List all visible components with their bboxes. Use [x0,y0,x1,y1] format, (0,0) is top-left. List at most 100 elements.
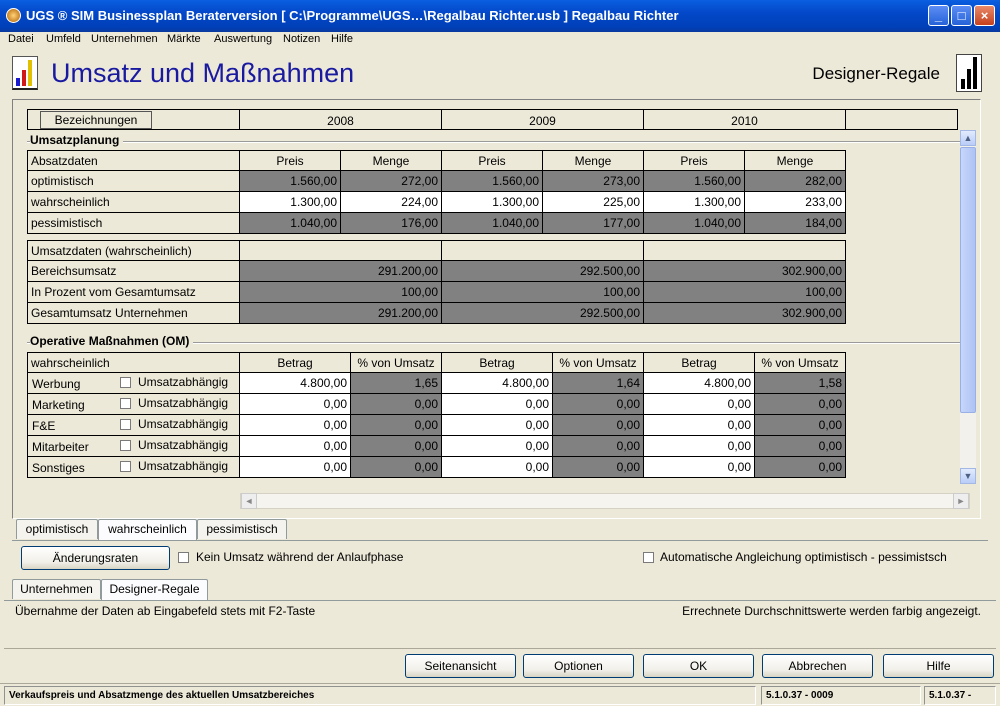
tab-designer-regale[interactable]: Designer-Regale [101,579,208,601]
betrag-cell[interactable]: 0,00 [644,436,755,457]
om-row-label: Mitarbeiter [32,440,89,454]
year-2010: 2010 [644,109,846,130]
menge-cell: 282,00 [745,171,846,192]
scroll-down-icon[interactable]: ▼ [960,468,976,484]
scroll-up-icon[interactable]: ▲ [960,130,976,146]
sum-label: In Prozent vom Gesamtumsatz [27,282,240,303]
app-icon[interactable] [6,8,21,23]
close-button[interactable]: × [974,5,995,26]
year-2008: 2008 [240,109,442,130]
info-f2: Übernahme der Daten ab Eingabefeld stets… [15,604,316,618]
menge-cell[interactable]: 224,00 [341,192,442,213]
sum-cell: 292.500,00 [442,303,644,324]
status-version: 5.1.0.37 - 0009 [761,686,921,705]
menu-maerkte[interactable]: Märkte [167,33,201,45]
abbrechen-button[interactable]: Abbrechen [762,654,873,678]
preis-cell[interactable]: 1.300,00 [240,192,341,213]
betrag-cell[interactable]: 0,00 [442,436,553,457]
scroll-thumb[interactable] [960,147,976,413]
tab-wahrscheinlich[interactable]: wahrscheinlich [98,519,197,541]
pct-cell: 0,00 [351,415,442,436]
pct-cell: 1,64 [553,373,644,394]
betrag-cell[interactable]: 0,00 [644,394,755,415]
auto-angleich-checkbox[interactable] [643,552,654,563]
menu-auswertung[interactable]: Auswertung [214,33,272,45]
umsatzabhaengig-checkbox[interactable] [120,377,131,388]
umsatzabhaengig-checkbox[interactable] [120,398,131,409]
optionen-button[interactable]: Optionen [523,654,634,678]
sum-cell: 302.900,00 [644,261,846,282]
pct-cell: 0,00 [755,415,846,436]
group-umsatzplanung: Umsatzplanung [30,133,124,147]
menu-hilfe[interactable]: Hilfe [331,33,353,45]
menu-umfeld[interactable]: Umfeld [46,33,81,45]
tab-unternehmen[interactable]: Unternehmen [12,579,101,599]
betrag-cell[interactable]: 0,00 [240,457,351,478]
kein-umsatz-label: Kein Umsatz während der Anlaufphase [196,550,404,564]
pct-cell: 0,00 [351,436,442,457]
preis-cell[interactable]: 1.300,00 [442,192,543,213]
umsatzabhaengig-checkbox[interactable] [120,461,131,472]
tab-pessimistisch[interactable]: pessimistisch [197,519,287,539]
menge-header: Menge [341,150,442,171]
pct-cell: 0,00 [755,436,846,457]
pct-cell: 0,00 [553,457,644,478]
menu-notizen[interactable]: Notizen [283,33,320,45]
umsatzdaten-header-cell [644,240,846,261]
pct-cell: 0,00 [351,457,442,478]
umsatzabhaengig-label: Umsatzabhängig [138,438,229,452]
betrag-cell[interactable]: 0,00 [240,394,351,415]
umsatzabhaengig-checkbox[interactable] [120,419,131,430]
bar-chart-icon [12,56,38,90]
betrag-cell[interactable]: 4.800,00 [240,373,351,394]
page-header: Umsatz und Maßnahmen Designer-Regale [4,52,996,96]
preis-cell: 1.560,00 [240,171,341,192]
year-empty-cell [846,109,958,130]
betrag-cell[interactable]: 0,00 [442,457,553,478]
betrag-cell[interactable]: 4.800,00 [644,373,755,394]
maximize-button[interactable]: □ [951,5,972,26]
betrag-cell[interactable]: 0,00 [644,415,755,436]
title-bar[interactable]: UGS ® SIM Businessplan Beraterversion [ … [0,0,1000,32]
minimize-button[interactable]: _ [928,5,949,26]
betrag-cell[interactable]: 0,00 [644,457,755,478]
menge-cell[interactable]: 233,00 [745,192,846,213]
betrag-cell[interactable]: 0,00 [442,394,553,415]
betrag-cell[interactable]: 0,00 [442,415,553,436]
status-bar: Verkaufspreis und Absatzmenge des aktuel… [0,683,1000,706]
umsatzabhaengig-checkbox[interactable] [120,440,131,451]
aenderungsraten-button[interactable]: Änderungsraten [21,546,170,570]
years-header-cell: Bezeichnungen [27,109,240,130]
bar-chart-icon [956,54,982,92]
betrag-cell[interactable]: 4.800,00 [442,373,553,394]
preis-header: Preis [442,150,543,171]
betrag-cell[interactable]: 0,00 [240,436,351,457]
pct-cell: 0,00 [351,394,442,415]
betrag-cell[interactable]: 0,00 [240,415,351,436]
tab-optimistisch[interactable]: optimistisch [16,519,98,539]
seitenansicht-button[interactable]: Seitenansicht [405,654,516,678]
preis-cell[interactable]: 1.300,00 [644,192,745,213]
status-text: Verkaufspreis und Absatzmenge des aktuel… [4,686,756,705]
vertical-scrollbar[interactable]: ▲ ▼ [960,130,976,484]
menu-datei[interactable]: Datei [8,33,34,45]
scroll-left-icon[interactable]: ◄ [241,493,257,509]
menge-cell[interactable]: 225,00 [543,192,644,213]
horizontal-scrollbar[interactable]: ◄ ► [240,493,970,509]
sum-cell: 100,00 [442,282,644,303]
menu-unternehmen[interactable]: Unternehmen [91,33,158,45]
page-title: Umsatz und Maßnahmen [51,58,355,88]
kein-umsatz-checkbox[interactable] [178,552,189,563]
pct-cell: 1,58 [755,373,846,394]
data-panel: Bezeichnungen 2008 2009 2010 Umsatzplanu… [12,99,981,519]
om-row: Werbung Umsatzabhängig [27,373,240,394]
umsatzabhaengig-label: Umsatzabhängig [138,417,229,431]
om-row: Marketing Umsatzabhängig [27,394,240,415]
ok-button[interactable]: OK [643,654,754,678]
bezeichnungen-button[interactable]: Bezeichnungen [40,111,152,129]
hilfe-button[interactable]: Hilfe [883,654,994,678]
om-row: Mitarbeiter Umsatzabhängig [27,436,240,457]
scroll-right-icon[interactable]: ► [953,493,969,509]
row-label-optimistisch: optimistisch [27,171,240,192]
pct-header: % von Umsatz [755,352,846,373]
